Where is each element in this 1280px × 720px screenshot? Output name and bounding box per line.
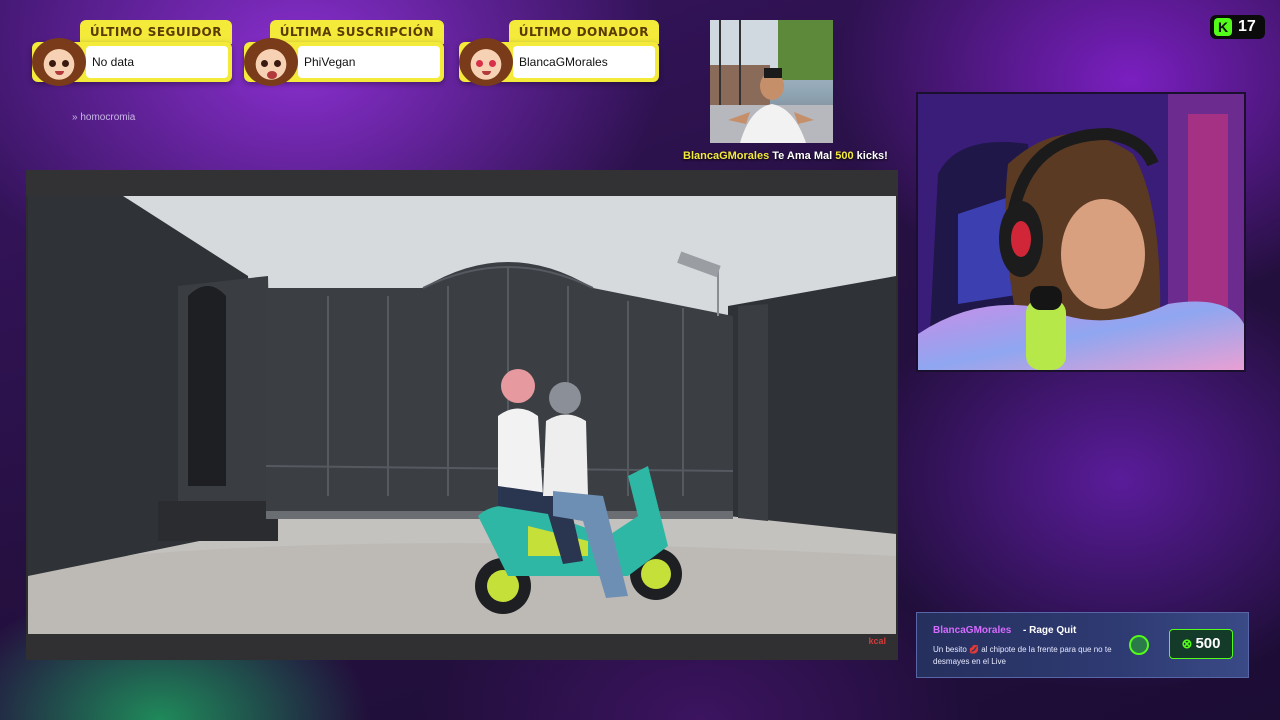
clip-text-after: kicks!	[853, 150, 888, 162]
avatar-emote-icon	[459, 38, 513, 86]
alert-subscription-label: ÚLTIMA SUSCRIPCIÓN	[269, 20, 444, 44]
clip-amount: 500	[835, 150, 854, 162]
kick-coin-icon	[1129, 635, 1149, 655]
main-video-player[interactable]: kcal	[26, 170, 898, 660]
donation-message: Un besito 💋 al chipote de la frente para…	[933, 645, 1112, 666]
video-bottom-bar	[26, 634, 898, 660]
streamer-credit-text: homocromia	[80, 112, 136, 123]
alert-follower-label: ÚLTIMO SEGUIDOR	[79, 20, 232, 44]
clip-user: BlancaGMorales	[683, 150, 770, 162]
video-scene-image	[28, 196, 896, 634]
donation-amount: ⊗ 500	[1169, 629, 1233, 659]
alert-donor-label: ÚLTIMO DONADOR	[508, 20, 659, 44]
alert-subscription-box: PhiVegan	[244, 38, 444, 86]
viewer-count: 17	[1238, 18, 1256, 35]
alert-follower-box: No data	[32, 38, 232, 86]
donation-reward: - Rage Quit	[1023, 625, 1077, 636]
streamer-credit: » homocromia	[72, 112, 135, 123]
clip-text-before: Te Ama Mal	[769, 150, 836, 162]
video-watermark: kcal	[868, 636, 886, 646]
donation-user: BlancaGMorales	[933, 625, 1012, 636]
donation-amount-value: 500	[1195, 635, 1221, 652]
avatar-emote-icon	[32, 38, 86, 86]
kick-coin-symbol-icon: ⊗	[1181, 636, 1193, 651]
donation-alert: BlancaGMorales - Rage Quit Un besito 💋 a…	[916, 612, 1249, 678]
alert-donor-value: BlancaGMorales	[513, 46, 655, 78]
viewer-count-badge: K 17	[1210, 15, 1265, 39]
clip-thumbnail	[710, 20, 833, 143]
video-top-bar	[26, 170, 898, 196]
avatar-emote-icon	[244, 38, 298, 86]
alert-last-follower: ÚLTIMO SEGUIDOR No data	[32, 20, 232, 86]
webcam-image	[918, 94, 1244, 370]
alert-last-subscription: ÚLTIMA SUSCRIPCIÓN PhiVegan	[244, 20, 444, 86]
clip-caption: BlancaGMorales Te Ama Mal 500 kicks!	[683, 150, 888, 162]
alert-follower-value: No data	[86, 46, 228, 78]
alert-last-donor: ÚLTIMO DONADOR BlancaGMorales	[459, 20, 659, 86]
webcam-feed	[916, 92, 1246, 372]
clip-scene-image	[710, 20, 833, 143]
kick-logo-icon: K	[1214, 18, 1232, 36]
alert-subscription-value: PhiVegan	[298, 46, 440, 78]
video-content	[28, 196, 896, 634]
alert-donor-box: BlancaGMorales	[459, 38, 659, 86]
